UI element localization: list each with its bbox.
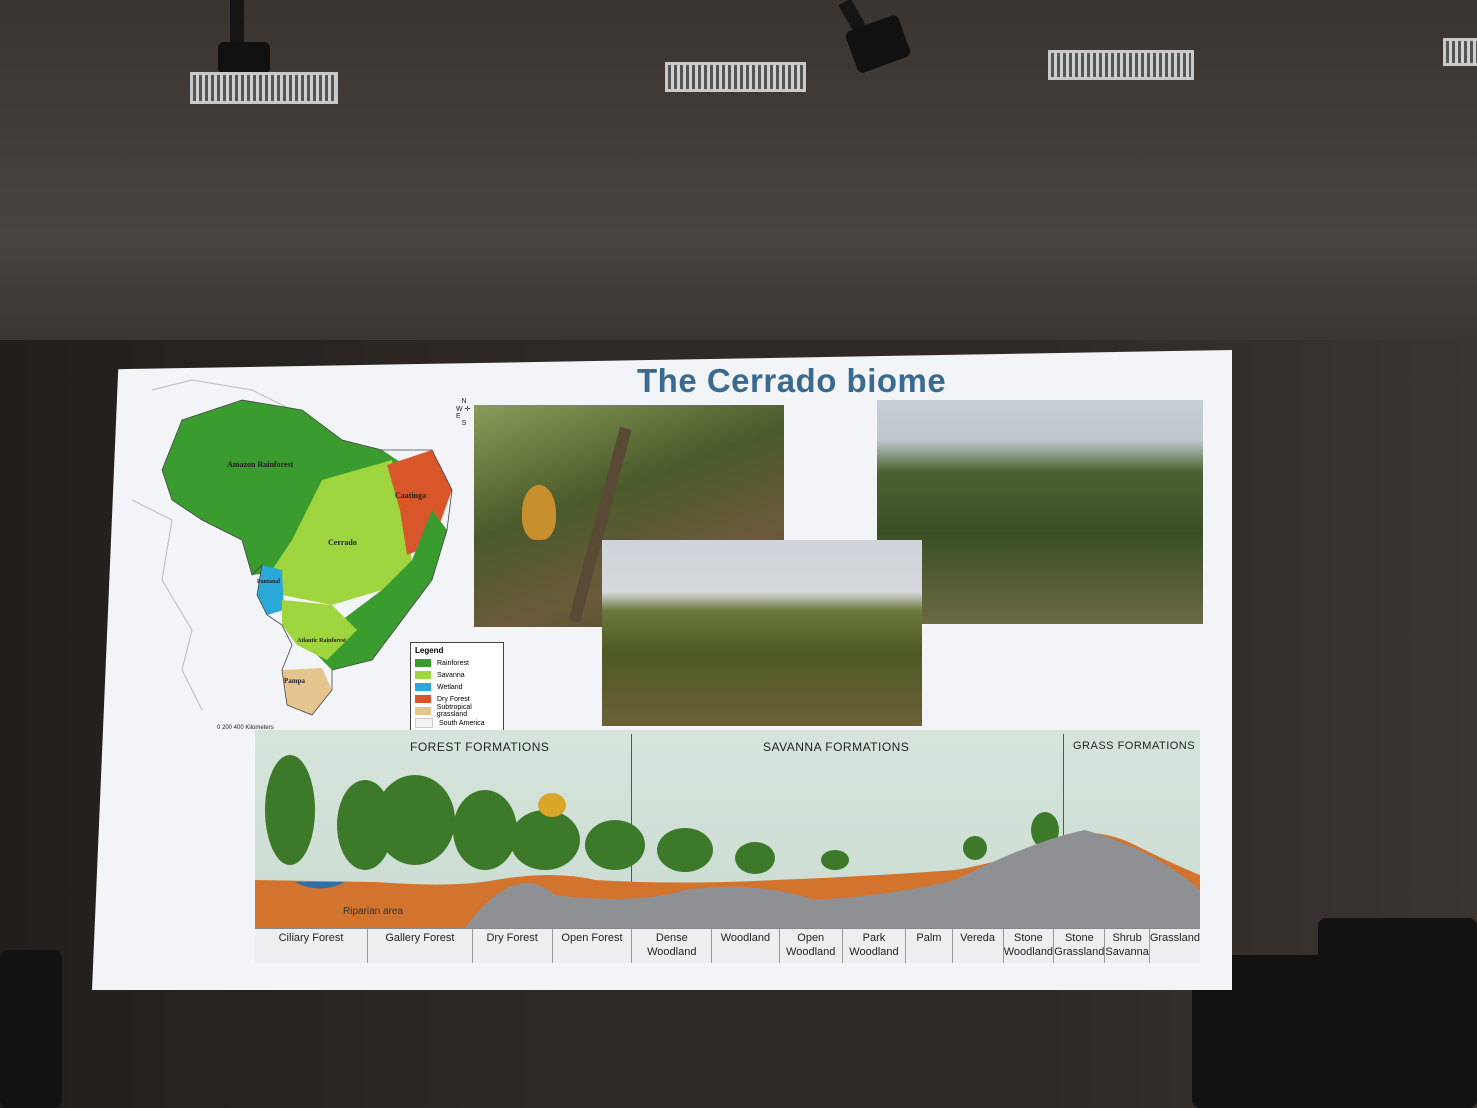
projection-screen: The Cerrado biome Amazon Rainforest Caat…: [92, 350, 1232, 990]
formation-label: Stone Woodland: [1004, 929, 1055, 963]
formation-label: Vereda: [953, 929, 1004, 963]
legend-item-label: Dry Forest: [437, 695, 470, 703]
pampa-label: Pampa: [284, 677, 306, 685]
slide-title: The Cerrado biome: [637, 362, 947, 399]
legend-item-label: South America: [439, 719, 485, 727]
brazil-biome-map: Amazon Rainforest Caatinga Cerrado Panta…: [131, 370, 504, 738]
legend-item-label: Savanna: [437, 671, 465, 679]
pantanal-label: Pantanal: [257, 579, 280, 585]
legend-swatch: [415, 718, 433, 728]
ceiling-vent: [665, 62, 806, 92]
vegetation-profile-diagram: FOREST FORMATIONS SAVANNA FORMATIONS GRA…: [255, 730, 1200, 963]
caatinga-label: Caatinga: [395, 491, 426, 500]
legend-swatch: [415, 659, 431, 667]
compass-east: E: [456, 413, 461, 420]
riparian-area-label: Riparian area: [343, 906, 404, 917]
legend-item: Wetland: [415, 681, 503, 693]
ceiling-vent: [1048, 50, 1194, 80]
formation-label: Park Woodland: [843, 929, 907, 963]
formation-label: Dry Forest: [473, 929, 553, 963]
legend-swatch: [415, 707, 431, 715]
amazon-label: Amazon Rainforest: [227, 460, 294, 469]
formation-label: Stone Grassland: [1054, 929, 1106, 963]
ceiling-vent: [1443, 38, 1477, 66]
legend-swatch: [415, 671, 431, 679]
compass-south: S: [461, 420, 467, 427]
legend-swatch: [415, 695, 431, 703]
legend-item-label: Rainforest: [437, 659, 469, 667]
formation-label: Gallery Forest: [368, 929, 473, 963]
legend-title: Legend: [415, 646, 444, 655]
savanna-photo: [602, 540, 922, 726]
legend-item-label: Wetland: [437, 683, 463, 691]
chair: [0, 950, 62, 1108]
ceiling-projector: [218, 42, 270, 74]
formation-labels-row: Ciliary Forest Gallery Forest Dry Forest…: [255, 928, 1200, 963]
formation-label: Open Forest: [553, 929, 633, 963]
legend-item: Savanna: [415, 669, 503, 681]
formation-label: Shrub Savanna: [1105, 929, 1150, 963]
legend-item: Subtropical grassland: [415, 704, 503, 718]
formation-label: Grassland: [1149, 932, 1200, 944]
chair: [1318, 918, 1477, 1108]
legend-item: Rainforest: [415, 657, 503, 669]
formation-label: Open Woodland: [780, 929, 843, 963]
formation-label: Palm: [906, 929, 953, 963]
cerrado-label: Cerrado: [328, 538, 357, 547]
ceiling-vent: [190, 72, 338, 104]
profile-terrain: [255, 755, 1200, 928]
termite-mound: [522, 485, 556, 540]
legend-swatch: [415, 683, 431, 691]
formation-label: Woodland: [712, 929, 780, 963]
formation-label: Dense Woodland: [632, 929, 713, 963]
compass-rose: N W ✛ E S: [456, 398, 472, 427]
legend-item: South America: [415, 717, 503, 729]
compass-north: N: [461, 398, 467, 405]
legend-item-label: Subtropical grassland: [436, 704, 472, 718]
formation-label: Ciliary Forest: [255, 929, 369, 963]
map-legend: Legend Rainforest Savanna Wetland Dry Fo…: [410, 642, 504, 738]
compass-west: W: [456, 406, 463, 413]
woodland-photo: [877, 400, 1203, 624]
compass-middle: W ✛ E: [456, 406, 471, 420]
atlantic-label: Atlantic Rainforest: [297, 638, 346, 644]
